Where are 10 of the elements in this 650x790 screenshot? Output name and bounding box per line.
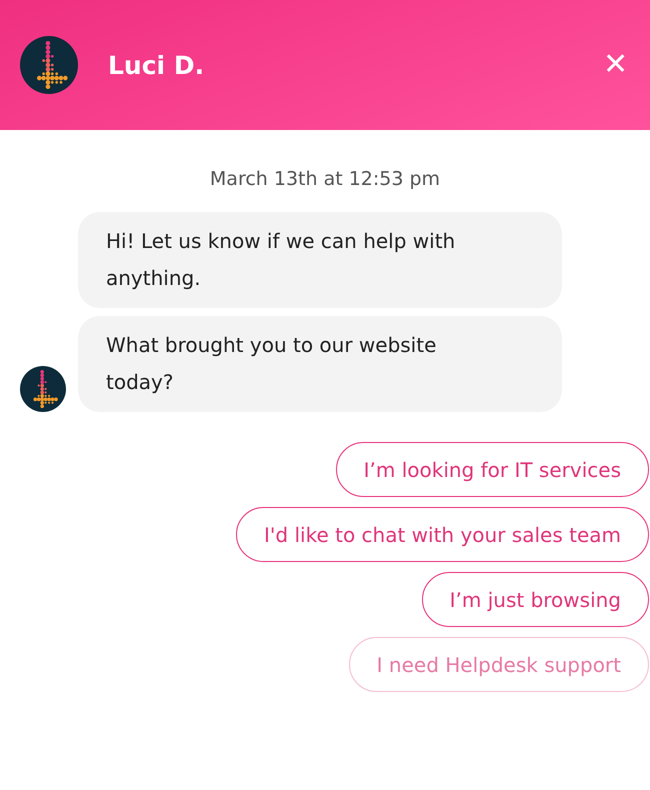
agent-name: Luci D. — [108, 50, 206, 80]
logo-icon — [20, 36, 78, 94]
message-bubble: What brought you to our website today? — [78, 316, 562, 412]
message-bubble: Hi! Let us know if we can help with anything. — [78, 212, 562, 308]
logo-icon — [20, 366, 66, 412]
close-button[interactable]: ✕ — [603, 50, 628, 80]
quick-reply-button[interactable]: I’m just browsing — [422, 572, 649, 627]
timestamp: March 13th at 12:53 pm — [208, 168, 442, 190]
quick-reply-button[interactable]: I'd like to chat with your sales team — [236, 507, 649, 562]
quick-reply-button[interactable]: I’m looking for IT services — [336, 442, 649, 497]
